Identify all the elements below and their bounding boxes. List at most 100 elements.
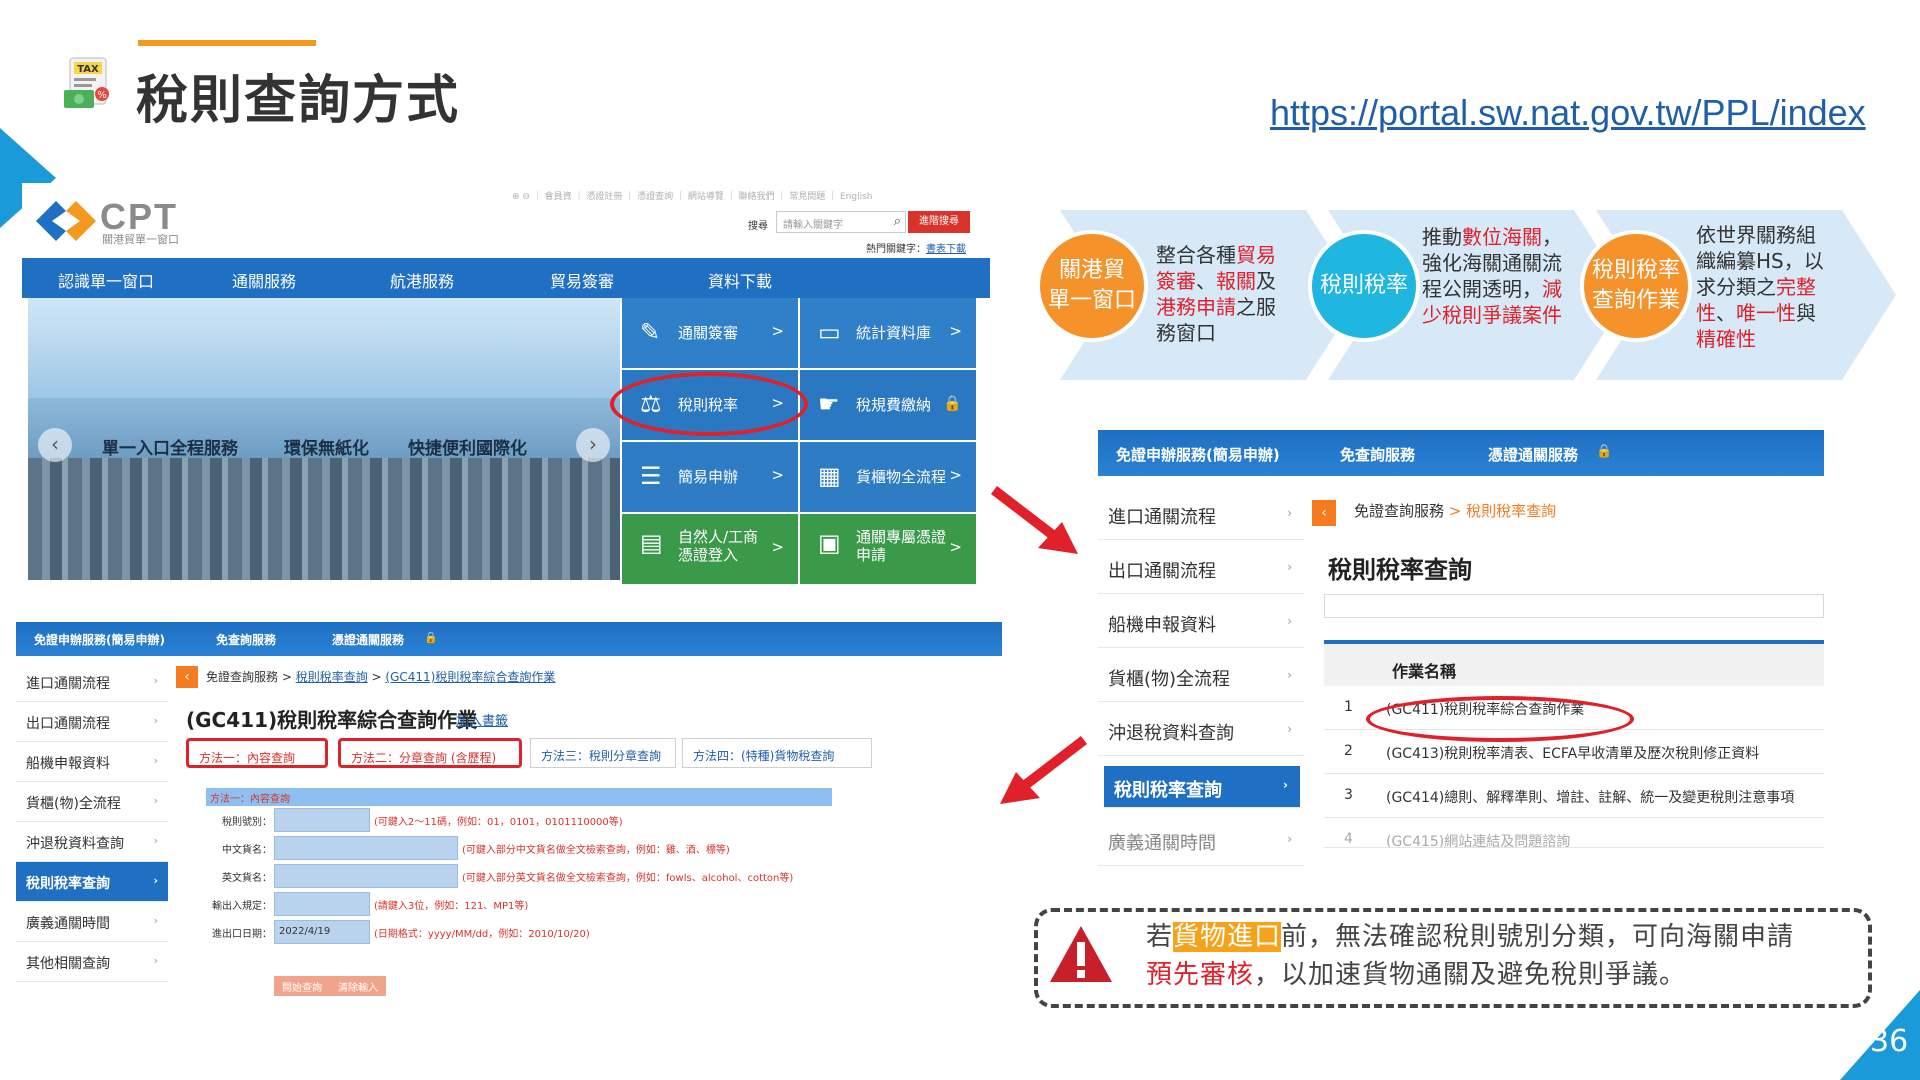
sidebar-item[interactable]: 貨櫃(物)全流程 ›: [1098, 650, 1304, 702]
sidebar-item[interactable]: 船機申報資料 ›: [16, 742, 168, 782]
chevron-right-icon: >: [771, 466, 784, 484]
sidebar-item[interactable]: 出口通關流程 ›: [1098, 542, 1304, 594]
hero-banner: ‹ › 單一入口全程服務 環保無紙化 快捷便利國際化: [28, 298, 620, 580]
tile-label: 通關簽審: [678, 324, 739, 342]
sidebar-item-active[interactable]: 稅則稅率查詢 ›: [1104, 766, 1300, 808]
sidebar-item[interactable]: 廣義通關時間 ›: [1098, 814, 1304, 866]
nav-item[interactable]: 通關服務: [232, 268, 296, 292]
field-label: 輸出入規定：: [212, 901, 272, 912]
nav-item[interactable]: 航港服務: [390, 268, 454, 292]
tile-label: 自然人/工商 憑證登入: [678, 528, 759, 564]
service-tiles: ✎ 通關簽審 > ▭ 統計資料庫 > ⚖ 稅則稅率 > ☛ 稅規費繳納 🔒 ☰ 簡易申辦 > ▦ 貨櫃…: [622, 298, 978, 584]
service-tab[interactable]: 免證申辦服務(簡易申辦): [1116, 444, 1280, 465]
breadcrumb-link[interactable]: 稅則稅率查詢: [296, 670, 368, 684]
filter-input[interactable]: [1324, 594, 1824, 618]
english-name-input[interactable]: [274, 864, 458, 888]
table-row[interactable]: 4 (GC415)網站連結及問題諮詢: [1324, 818, 1824, 848]
search-input[interactable]: 請輸入關鍵字 ⌕: [776, 211, 906, 233]
tile-statistics[interactable]: ▭ 統計資料庫 >: [800, 298, 976, 368]
sidebar-item[interactable]: 貨櫃(物)全流程 ›: [16, 782, 168, 822]
svg-text:%: %: [97, 90, 107, 101]
sidebar-item[interactable]: 船機申報資料 ›: [1098, 596, 1304, 648]
tile-customs-review[interactable]: ✎ 通關簽審 >: [622, 298, 798, 368]
date-input[interactable]: 2022/4/19: [274, 920, 370, 944]
start-query-button[interactable]: 開始查詢: [274, 976, 330, 996]
callout-text: 若貨物進口前，無法確認稅則號別分類，可向海關申請 預先審核，以加速貨物通關及避免…: [1146, 918, 1794, 994]
tile-container-flow[interactable]: ▦ 貨櫃物全流程 >: [800, 442, 976, 512]
page-title: (GC411)稅則稅率綜合查詢作業: [186, 708, 478, 732]
nav-item[interactable]: 貿易簽審: [550, 268, 614, 292]
flow-text: 與: [1796, 301, 1816, 325]
tile-label: 統計資料庫: [856, 324, 932, 342]
hero-next-arrow[interactable]: ›: [576, 428, 610, 462]
breadcrumb-separator: >: [367, 670, 386, 684]
chevron-right-icon: ›: [153, 714, 158, 727]
sidebar-item[interactable]: 廣義通關時間 ›: [16, 902, 168, 942]
chevron-right-icon: >: [771, 322, 784, 340]
search-label: 搜尋: [748, 221, 768, 232]
sidebar-item[interactable]: 出口通關流程 ›: [16, 702, 168, 742]
bookmark-link[interactable]: 加入書籤: [456, 710, 508, 729]
service-tab[interactable]: 憑證通關服務: [332, 631, 404, 648]
tile-certificate-login[interactable]: ▤ 自然人/工商 憑證登入 >: [622, 514, 798, 584]
service-tab[interactable]: 免查詢服務: [216, 631, 276, 648]
sidebar-item[interactable]: 其他相關查詢 ›: [16, 942, 168, 982]
tile-label: 貨櫃物全流程: [856, 468, 947, 486]
title-accent-bar: [138, 40, 316, 46]
advanced-search-button[interactable]: 進階搜尋: [908, 211, 970, 233]
field-hint: (可鍵入部分中文貨名做全文檢索查詢，例如：雞、酒、標等): [462, 845, 730, 856]
table-row[interactable]: 3 (GC414)總則、解釋準則、增註、註解、統一及變更稅則注意事項: [1324, 774, 1824, 818]
sidebar-item-label: 沖退稅資料查詢: [26, 836, 124, 852]
search-icon[interactable]: ⌕: [894, 214, 901, 229]
sidebar-item-label: 船機申報資料: [26, 756, 110, 772]
back-button[interactable]: ‹: [176, 666, 198, 688]
tab-method-3[interactable]: 方法三：稅則分章查詢: [530, 738, 676, 768]
cpt-logo-icon: [32, 196, 98, 250]
chevron-right-icon: ›: [1283, 778, 1288, 792]
portal-navbar: 認識單一窗口 通關服務 航港服務 貿易簽審 資料下載: [22, 258, 990, 298]
callout-highlight: 貨物進口: [1173, 922, 1282, 952]
flow-circle: 稅則稅率 查詢作業: [1580, 230, 1692, 342]
sidebar-item[interactable]: 進口通關流程 ›: [16, 662, 168, 702]
chevron-right-icon: ›: [1287, 668, 1292, 682]
tile-certificate-apply[interactable]: ▣ 通關專屬憑證 申請 >: [800, 514, 976, 584]
hero-prev-arrow[interactable]: ‹: [38, 428, 72, 462]
tab-method-4[interactable]: 方法四：(特種)貨物稅查詢: [682, 738, 872, 768]
chinese-name-input[interactable]: [274, 836, 458, 860]
sidebar-item-label: 稅則稅率查詢: [26, 876, 110, 892]
tile-fee-payment[interactable]: ☛ 稅規費繳納 🔒: [800, 370, 976, 440]
portal-url-link[interactable]: https://portal.sw.nat.gov.tw/PPL/index: [1270, 92, 1866, 134]
sidebar-item[interactable]: 沖退稅資料查詢 ›: [16, 822, 168, 862]
nav-item[interactable]: 資料下載: [708, 268, 772, 292]
field-hint: (日期格式：yyyy/MM/dd，例如：2010/10/20): [374, 929, 590, 940]
service-tab[interactable]: 憑證通關服務: [1488, 444, 1578, 465]
edit-icon: ✎: [640, 318, 661, 346]
service-tab[interactable]: 免查詢服務: [1340, 444, 1415, 465]
field-hint: (請鍵入3位，例如：121、MP1等): [374, 901, 529, 912]
logo-subtitle: 關港貿單一窗口: [102, 233, 179, 246]
sidebar-item[interactable]: 沖退稅資料查詢 ›: [1098, 704, 1304, 756]
clear-input-button[interactable]: 清除輸入: [330, 976, 386, 996]
hot-keyword-link[interactable]: 書表下載: [926, 244, 966, 255]
back-button[interactable]: ‹: [1312, 500, 1336, 526]
tile-simple-application[interactable]: ☰ 簡易申辦 >: [622, 442, 798, 512]
nav-item[interactable]: 認識單一窗口: [58, 268, 154, 292]
breadcrumb: 免證查詢服務 > 稅則稅率查詢 > (GC411)稅則稅率綜合查詢作業: [206, 668, 555, 685]
tab-method-1[interactable]: 方法一：內容查詢: [186, 738, 328, 768]
regulation-input[interactable]: [274, 892, 370, 916]
breadcrumb-link[interactable]: (GC411)稅則稅率綜合查詢作業: [385, 670, 555, 684]
sidebar-item-active[interactable]: 稅則稅率查詢 ›: [16, 862, 168, 902]
hero-slogan: 快捷便利國際化: [408, 439, 527, 459]
sidebar-item[interactable]: 進口通關流程 ›: [1098, 488, 1304, 540]
tab-method-2[interactable]: 方法二：分章查詢 (含歷程): [338, 738, 522, 768]
highlight-oval-tariff-tile: [610, 372, 808, 436]
chevron-right-icon: ›: [153, 954, 158, 967]
service-tab[interactable]: 免證申辦服務(簡易申辦): [34, 631, 165, 648]
list-icon: ☰: [640, 462, 662, 490]
top-links[interactable]: ⊕ ⊖ ｜ 會員資 ｜ 憑證註冊 ｜ 憑證查詢 ｜ 網站導覽 ｜ 聯絡我們 ｜ …: [512, 189, 873, 202]
flow-highlight: 精確性: [1696, 327, 1756, 351]
tariff-number-input[interactable]: [274, 808, 370, 832]
sidebar-item-label: 船機申報資料: [1108, 615, 1216, 636]
sidebar-item-label: 進口通關流程: [1108, 507, 1216, 528]
flow-description: 推動數位海關，強化海關通關流程公開透明，減少稅則爭議案件: [1422, 224, 1570, 328]
